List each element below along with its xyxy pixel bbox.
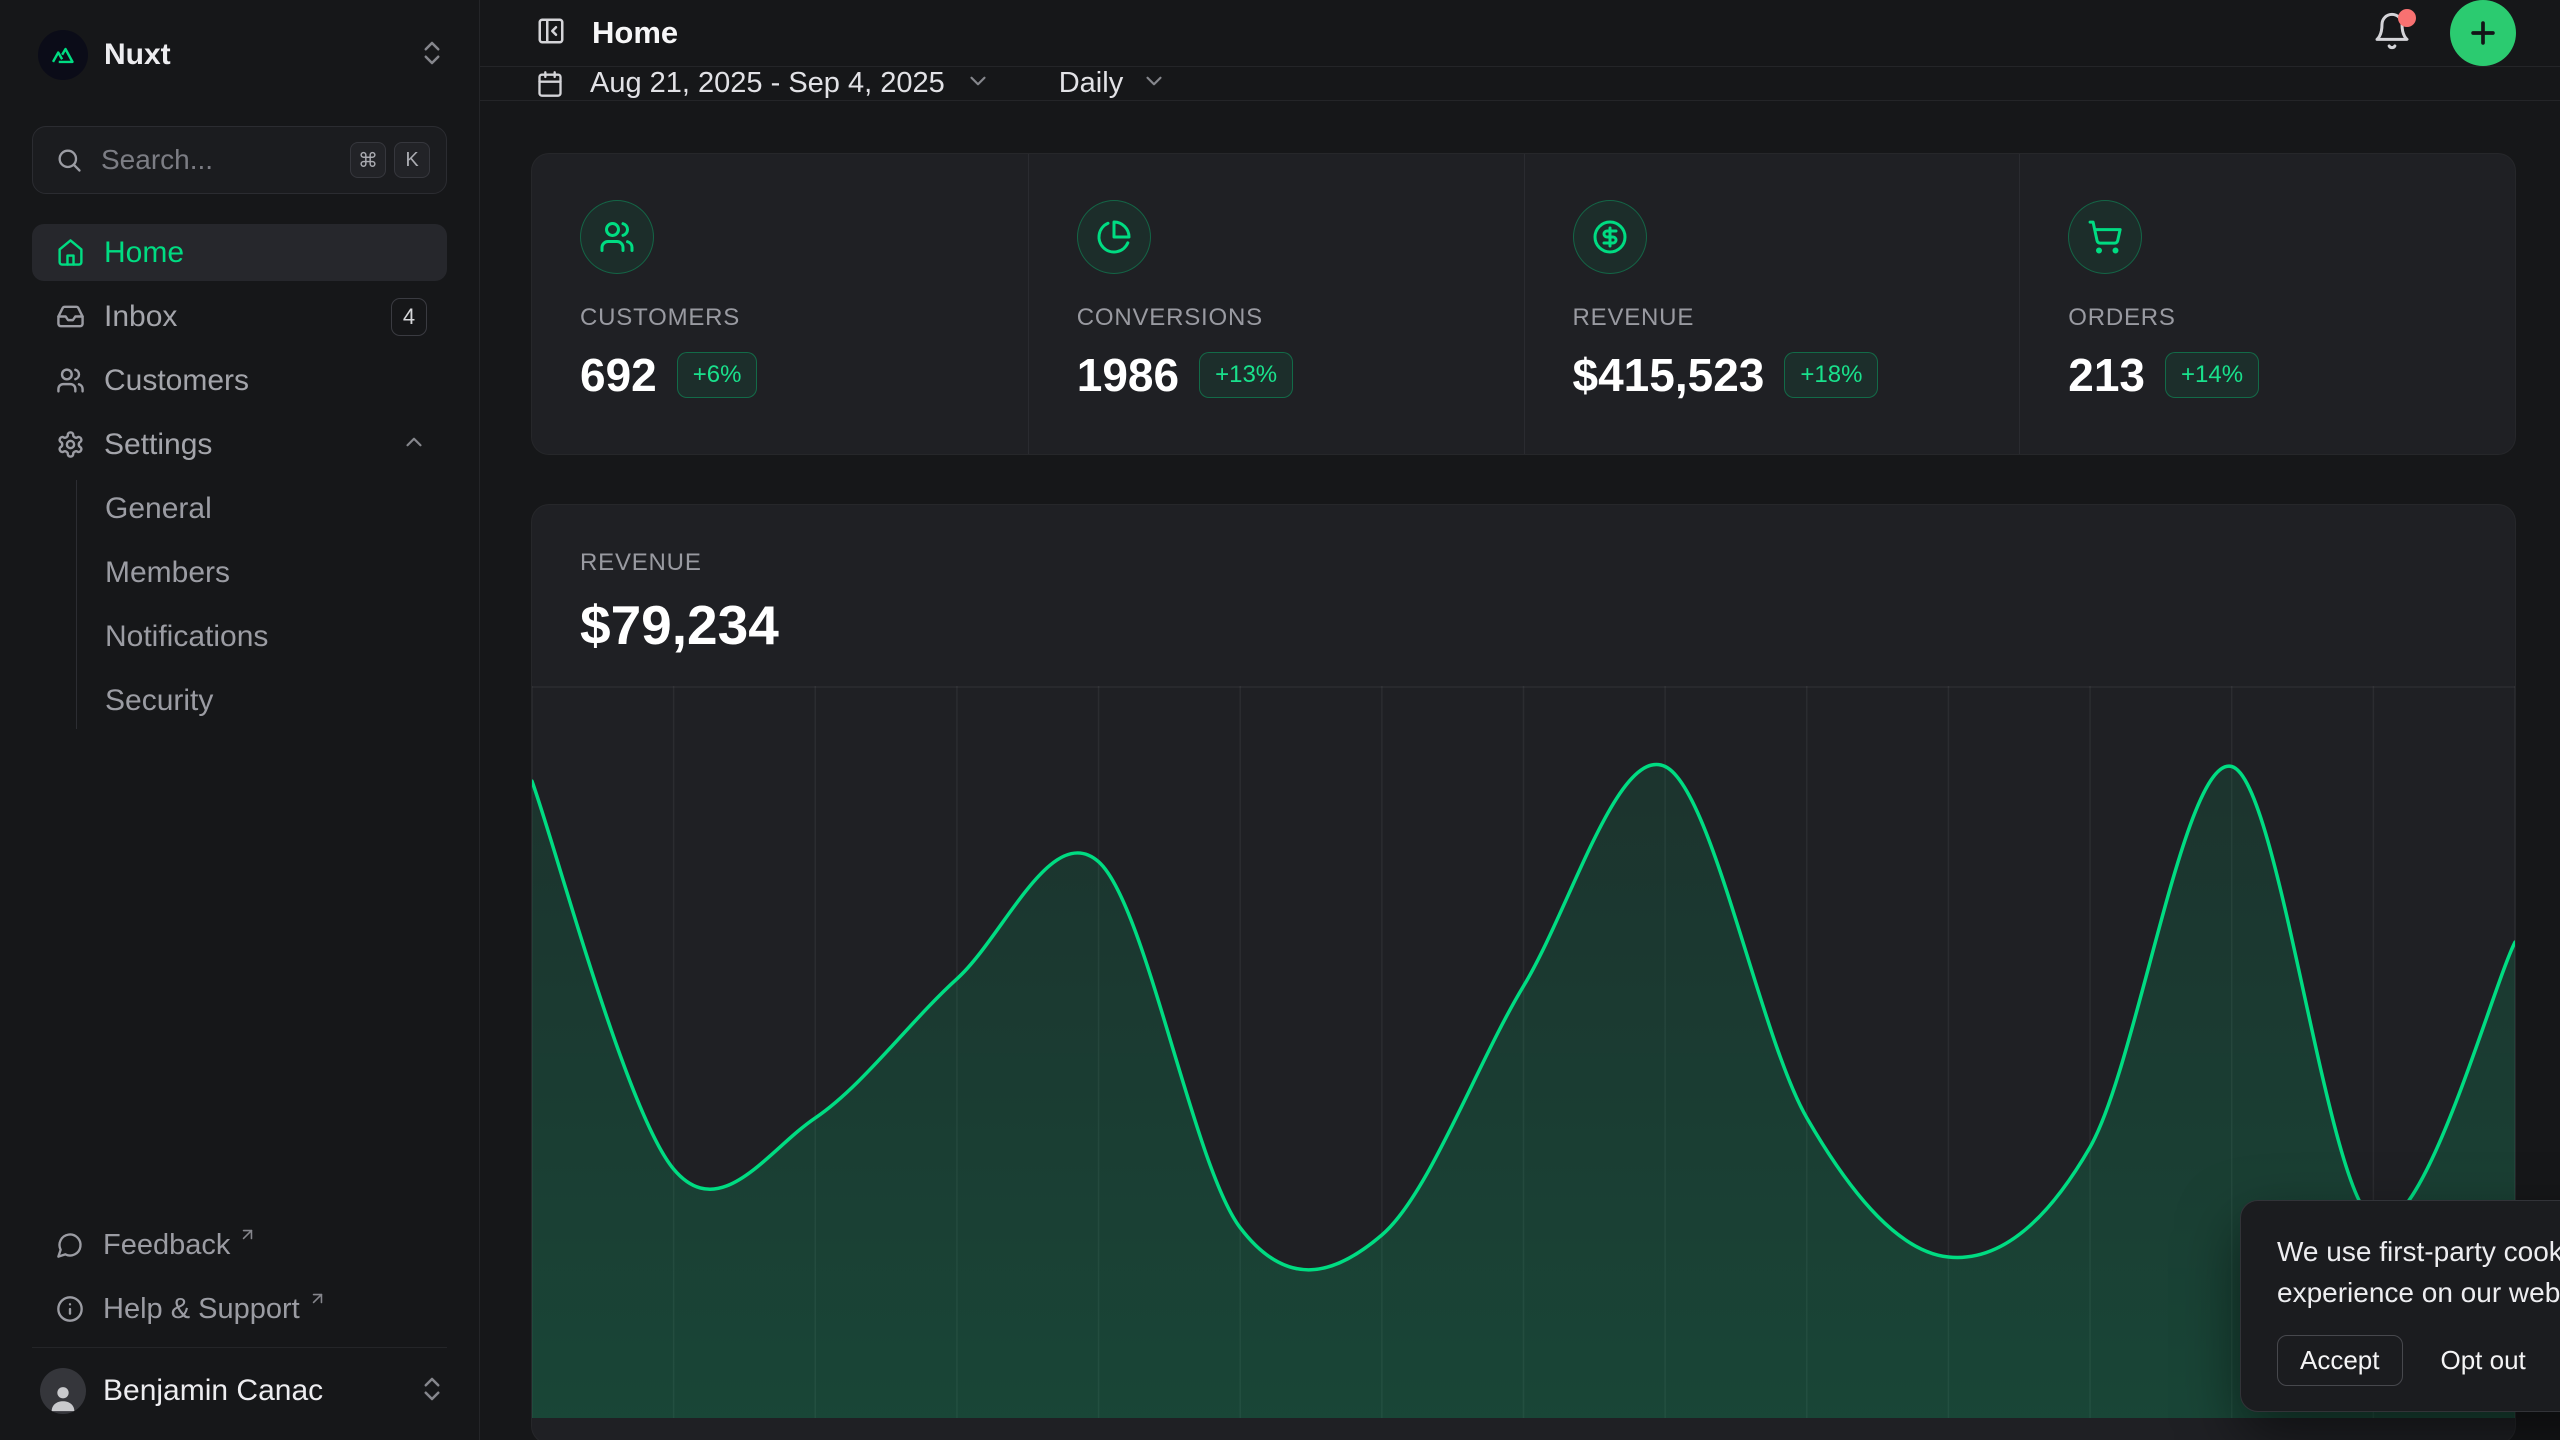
search-input[interactable]: Search... ⌘ K: [32, 126, 447, 194]
filter-bar: Aug 21, 2025 - Sep 4, 2025 Daily: [480, 67, 2560, 101]
kbd-k-key: K: [394, 142, 430, 178]
avatar: [40, 1368, 86, 1414]
kbd-meta-key: ⌘: [350, 142, 386, 178]
workspace-switcher[interactable]: Nuxt: [0, 0, 479, 88]
dollar-circle-icon: [1573, 200, 1647, 274]
user-name: Benjamin Canac: [103, 1374, 417, 1408]
subitem-label: General: [105, 492, 212, 526]
pie-chart-icon: [1077, 200, 1151, 274]
revenue-panel: REVENUE $79,234: [531, 504, 2516, 1440]
stat-label: ORDERS: [2068, 304, 2467, 332]
sidebar-footer: Feedback Help & Support: [0, 1219, 479, 1348]
subitem-label: Notifications: [105, 620, 268, 654]
stat-card-revenue[interactable]: REVENUE $415,523 +18%: [1524, 154, 2020, 454]
feedback-link[interactable]: Feedback: [32, 1219, 447, 1271]
add-button[interactable]: [2450, 0, 2516, 66]
sidebar-item-label: Settings: [104, 428, 401, 462]
users-icon: [580, 200, 654, 274]
nuxt-logo-icon: [38, 30, 88, 80]
cookie-banner: We use first-party cookies to enhance yo…: [2240, 1200, 2560, 1412]
granularity-value: Daily: [1059, 67, 1123, 100]
chevron-down-icon: [1141, 68, 1167, 99]
stat-delta-badge: +13%: [1199, 352, 1293, 398]
sidebar-subitem-members[interactable]: Members: [105, 544, 447, 601]
gear-icon: [56, 430, 85, 459]
feedback-label: Feedback: [103, 1229, 230, 1262]
subitem-label: Members: [105, 556, 230, 590]
date-range-picker[interactable]: Aug 21, 2025 - Sep 4, 2025: [536, 67, 991, 100]
stat-delta-badge: +6%: [677, 352, 758, 398]
stat-value: 692: [580, 348, 657, 402]
stat-card-orders[interactable]: ORDERS 213 +14%: [2019, 154, 2515, 454]
plus-icon: [2466, 16, 2500, 50]
cookie-message: We use first-party cookies to enhance yo…: [2277, 1231, 2560, 1313]
stat-delta-badge: +14%: [2165, 352, 2259, 398]
sidebar-item-label: Home: [104, 236, 427, 270]
opt-out-button[interactable]: Opt out: [2441, 1345, 2526, 1376]
notification-dot: [2398, 9, 2416, 27]
stat-label: CUSTOMERS: [580, 304, 980, 332]
search-icon: [55, 146, 83, 174]
notifications-button[interactable]: [2372, 11, 2412, 56]
sidebar-nav: Home Inbox 4 Customers Settings Gener: [0, 194, 479, 736]
stat-value: 213: [2068, 348, 2145, 402]
date-range-value: Aug 21, 2025 - Sep 4, 2025: [590, 67, 945, 100]
external-link-icon: [238, 1225, 257, 1249]
help-support-label: Help & Support: [103, 1293, 300, 1326]
user-menu[interactable]: Benjamin Canac: [0, 1348, 479, 1440]
sidebar: Nuxt Search... ⌘ K Home Inbox 4 Cust: [0, 0, 480, 1440]
stat-card-conversions[interactable]: CONVERSIONS 1986 +13%: [1028, 154, 1524, 454]
page-title: Home: [592, 15, 2372, 51]
sidebar-subitem-notifications[interactable]: Notifications: [105, 608, 447, 665]
settings-subnav: General Members Notifications Security: [76, 480, 447, 729]
sidebar-subitem-general[interactable]: General: [105, 480, 447, 537]
subitem-label: Security: [105, 684, 213, 718]
sidebar-item-settings[interactable]: Settings: [32, 416, 447, 473]
chevrons-up-down-icon: [417, 1374, 447, 1409]
stat-delta-badge: +18%: [1784, 352, 1878, 398]
chevron-up-icon: [401, 429, 427, 460]
stat-label: CONVERSIONS: [1077, 304, 1476, 332]
stat-card-customers[interactable]: CUSTOMERS 692 +6%: [532, 154, 1028, 454]
calendar-icon: [536, 70, 564, 98]
stat-value: $415,523: [1573, 348, 1765, 402]
collapse-sidebar-button[interactable]: [536, 16, 566, 51]
sidebar-item-inbox[interactable]: Inbox 4: [32, 288, 447, 345]
info-circle-icon: [56, 1295, 84, 1323]
search-placeholder: Search...: [101, 144, 342, 176]
inbox-icon: [56, 302, 85, 331]
shopping-cart-icon: [2068, 200, 2142, 274]
home-icon: [56, 238, 85, 267]
chevron-down-icon: [965, 68, 991, 99]
sidebar-spacer: [0, 736, 479, 1219]
sidebar-subitem-security[interactable]: Security: [105, 672, 447, 729]
stat-label: REVENUE: [1573, 304, 1972, 332]
workspace-name: Nuxt: [104, 38, 417, 72]
revenue-total: $79,234: [580, 593, 2467, 657]
help-support-link[interactable]: Help & Support: [32, 1283, 447, 1335]
external-link-icon: [308, 1289, 327, 1313]
stat-value: 1986: [1077, 348, 1179, 402]
granularity-select[interactable]: Daily: [1059, 67, 1167, 100]
accept-button[interactable]: Accept: [2277, 1335, 2403, 1386]
panel-left-close-icon: [536, 16, 566, 46]
topbar: Home: [480, 0, 2560, 67]
users-icon: [56, 366, 85, 395]
message-circle-icon: [56, 1231, 84, 1259]
sidebar-item-customers[interactable]: Customers: [32, 352, 447, 409]
revenue-label: REVENUE: [580, 549, 2467, 577]
sidebar-item-label: Inbox: [104, 300, 391, 334]
sidebar-item-home[interactable]: Home: [32, 224, 447, 281]
chevrons-up-down-icon: [417, 38, 447, 73]
revenue-chart[interactable]: [532, 686, 2515, 1418]
main-area: Home Aug 21, 2025 - Sep 4, 2025 Daily: [480, 0, 2560, 1440]
stats-row: CUSTOMERS 692 +6% CONVERSIONS 1986 +13%: [531, 153, 2516, 455]
sidebar-item-label: Customers: [104, 364, 427, 398]
inbox-count-badge: 4: [391, 298, 427, 336]
app-root: Nuxt Search... ⌘ K Home Inbox 4 Cust: [0, 0, 2560, 1440]
